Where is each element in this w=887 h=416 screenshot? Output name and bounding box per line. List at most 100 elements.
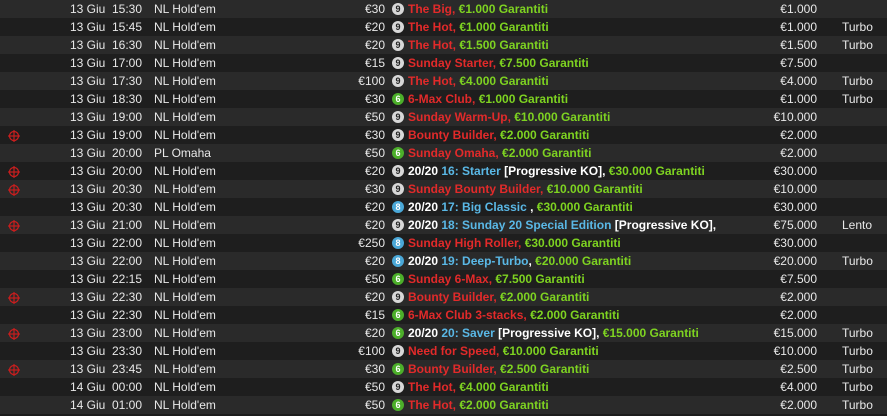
- tournament-row[interactable]: 13 Giu 22:30 NL Hold'em €15 6 6-Max Club 3-st…: [0, 306, 887, 324]
- icon-cell: [6, 198, 20, 216]
- tournament-name-part: ,: [540, 182, 547, 196]
- tournament-name-part: €7.500 Garantiti: [499, 56, 589, 70]
- tournament-name-part: ,: [472, 92, 479, 106]
- time-cell: 20:00: [112, 146, 143, 160]
- tournament-row[interactable]: 13 Giu 22:15 NL Hold'em €50 6 Sunday 6-Max, €…: [0, 270, 887, 288]
- game-type-cell: NL Hold'em: [154, 290, 216, 304]
- speed-cell: Turbo: [842, 362, 873, 376]
- prize-pool-cell: €1.000: [780, 20, 817, 34]
- prize-pool-cell: €2.000: [780, 146, 817, 160]
- tournament-name-cell: 9 The Big, €1.000 Garantiti: [392, 0, 776, 18]
- tournament-name-part: 20/20: [408, 218, 442, 232]
- tournament-name-part: ,: [518, 236, 525, 250]
- icon-cell: [6, 126, 20, 144]
- tournament-name-part: €10.000 Garantiti: [502, 344, 599, 358]
- tournament-name-part: ,: [493, 128, 501, 142]
- seats-6-badge-icon: 6: [392, 146, 404, 159]
- date-cell: 13 Giu: [70, 344, 106, 358]
- game-type-cell: NL Hold'em: [154, 2, 216, 16]
- tournament-name-part: ,: [493, 362, 501, 376]
- tournament-row[interactable]: 13 Giu 15:45 NL Hold'em €20 9 The Hot, €1.000…: [0, 18, 887, 36]
- tournament-name-part: 6-Max Club 3-stacks: [408, 308, 524, 322]
- tournament-name-part: [Progressive KO],: [611, 218, 717, 232]
- tournament-name-part: Sunday Warm-Up: [408, 110, 508, 124]
- date-cell: 13 Giu: [70, 290, 106, 304]
- game-type-cell: NL Hold'em: [154, 254, 216, 268]
- icon-cell: [6, 252, 20, 270]
- tournament-name-part: €1.000 Garantiti: [478, 92, 569, 106]
- game-type-cell: NL Hold'em: [154, 218, 216, 232]
- icon-cell: [6, 0, 20, 18]
- tournament-row[interactable]: 13 Giu 19:00 NL Hold'em €50 9 Sunday Warm-Up,…: [0, 108, 887, 126]
- seats-6-badge-icon: 6: [392, 326, 404, 339]
- game-type-cell: NL Hold'em: [154, 182, 216, 196]
- tournament-row[interactable]: 13 Giu 20:00 NL Hold'em €20 9 20/20 16: Start…: [0, 162, 887, 180]
- tournament-name-cell: 9 Sunday Starter, €7.500 Garantiti: [392, 54, 776, 72]
- tournament-row[interactable]: 13 Giu 16:30 NL Hold'em €20 9 The Hot, €1.500…: [0, 36, 887, 54]
- time-cell: 20:30: [112, 182, 143, 196]
- tournament-row[interactable]: 13 Giu 20:30 NL Hold'em €20 8 20/20 17: Big C…: [0, 198, 887, 216]
- tournament-name-part: 20/20: [408, 200, 442, 214]
- tournament-row[interactable]: 13 Giu 21:00 NL Hold'em €20 9 20/20 18: Sunda…: [0, 216, 887, 234]
- icon-cell: [6, 36, 20, 54]
- prize-pool-cell: €4.000: [780, 74, 817, 88]
- tournament-name-part: ,: [452, 2, 459, 16]
- tournament-row[interactable]: 13 Giu 17:30 NL Hold'em €100 9 The Hot, €4.00…: [0, 72, 887, 90]
- tournament-row[interactable]: 13 Giu 15:30 NL Hold'em €30 9 The Big, €1.000…: [0, 0, 887, 18]
- speed-cell: Turbo: [842, 380, 873, 394]
- tournament-row[interactable]: 13 Giu 20:00 PL Omaha €50 6 Sunday Omaha, €2.…: [0, 144, 887, 162]
- seats-9-badge-icon: 9: [392, 38, 404, 51]
- tournament-name-cell: 6 20/20 20: Saver [Progressive KO], €15.0…: [392, 324, 776, 342]
- tournament-row[interactable]: 13 Giu 22:30 NL Hold'em €20 9 Bounty Builder,…: [0, 288, 887, 306]
- tournament-name-cell: 6 6-Max Club, €1.000 Garantiti: [392, 90, 776, 108]
- time-cell: 01:00: [112, 398, 143, 412]
- icon-cell: [6, 270, 20, 288]
- prize-pool-cell: €30.000: [773, 164, 817, 178]
- date-cell: 13 Giu: [70, 56, 106, 70]
- date-cell: 13 Giu: [70, 182, 106, 196]
- tournament-row[interactable]: 13 Giu 23:00 NL Hold'em €20 6 20/20 20: Saver…: [0, 324, 887, 342]
- tournament-name-part: €2.000 Garantiti: [500, 290, 590, 304]
- tournament-row[interactable]: 14 Giu 00:00 NL Hold'em €50 9 The Hot, €4.000…: [0, 378, 887, 396]
- speed-cell: Turbo: [842, 92, 873, 106]
- date-cell: 13 Giu: [70, 2, 106, 16]
- tournament-row[interactable]: 13 Giu 22:00 NL Hold'em €20 8 20/20 19: Deep-…: [0, 252, 887, 270]
- tournament-name-cell: 6 Bounty Builder, €2.500 Garantiti: [392, 360, 776, 378]
- tournament-name-part: Sunday 6-Max: [408, 272, 489, 286]
- game-type-cell: NL Hold'em: [154, 164, 216, 178]
- tournament-name-part: 18: Sunday 20 Special Edition: [441, 218, 612, 232]
- date-cell: 14 Giu: [70, 380, 106, 394]
- tournament-row[interactable]: 13 Giu 22:00 NL Hold'em €250 8 Sunday High Ro…: [0, 234, 887, 252]
- tournament-row[interactable]: 13 Giu 23:30 NL Hold'em €100 9 Need for Speed…: [0, 342, 887, 360]
- seats-9-badge-icon: 9: [392, 74, 404, 87]
- icon-cell: [6, 144, 20, 162]
- buyin-cell: €30: [364, 362, 385, 376]
- tournament-name-part: €30.000 Garantiti: [524, 236, 621, 250]
- time-cell: 00:00: [112, 380, 143, 394]
- tournament-name-part: [Progressive KO],: [494, 326, 603, 340]
- tournament-name-cell: 9 Bounty Builder, €2.000 Garantiti: [392, 288, 776, 306]
- tournament-row[interactable]: 14 Giu 01:00 NL Hold'em €50 6 The Hot, €2.000…: [0, 396, 887, 414]
- tournament-name-part: €1.000 Garantiti: [459, 20, 549, 34]
- game-type-cell: NL Hold'em: [154, 20, 216, 34]
- tournament-name-part: ,: [530, 200, 537, 214]
- tournament-row[interactable]: 13 Giu 17:00 NL Hold'em €15 9 Sunday Starter,…: [0, 54, 887, 72]
- game-type-cell: NL Hold'em: [154, 128, 216, 142]
- game-type-cell: NL Hold'em: [154, 326, 216, 340]
- date-cell: 13 Giu: [70, 218, 106, 232]
- tournament-row[interactable]: 13 Giu 18:30 NL Hold'em €30 6 6-Max Club, €1.…: [0, 90, 887, 108]
- seats-9-badge-icon: 9: [392, 2, 404, 15]
- prize-pool-cell: €1.500: [780, 38, 817, 52]
- tournament-row[interactable]: 13 Giu 20:30 NL Hold'em €30 9 Sunday Bounty B…: [0, 180, 887, 198]
- crosshair-bounty-icon: [8, 219, 20, 232]
- crosshair-bounty-icon: [8, 327, 20, 340]
- game-type-cell: NL Hold'em: [154, 308, 216, 322]
- buyin-cell: €20: [364, 326, 385, 340]
- tournament-row[interactable]: 13 Giu 23:45 NL Hold'em €30 6 Bounty Builder,…: [0, 360, 887, 378]
- tournament-row[interactable]: 13 Giu 19:00 NL Hold'em €30 9 Bounty Builder,…: [0, 126, 887, 144]
- time-cell: 17:30: [112, 74, 143, 88]
- tournament-name-part: €2.000 Garantiti: [500, 128, 590, 142]
- buyin-cell: €100: [358, 344, 385, 358]
- time-cell: 23:45: [112, 362, 143, 376]
- buyin-cell: €30: [364, 182, 385, 196]
